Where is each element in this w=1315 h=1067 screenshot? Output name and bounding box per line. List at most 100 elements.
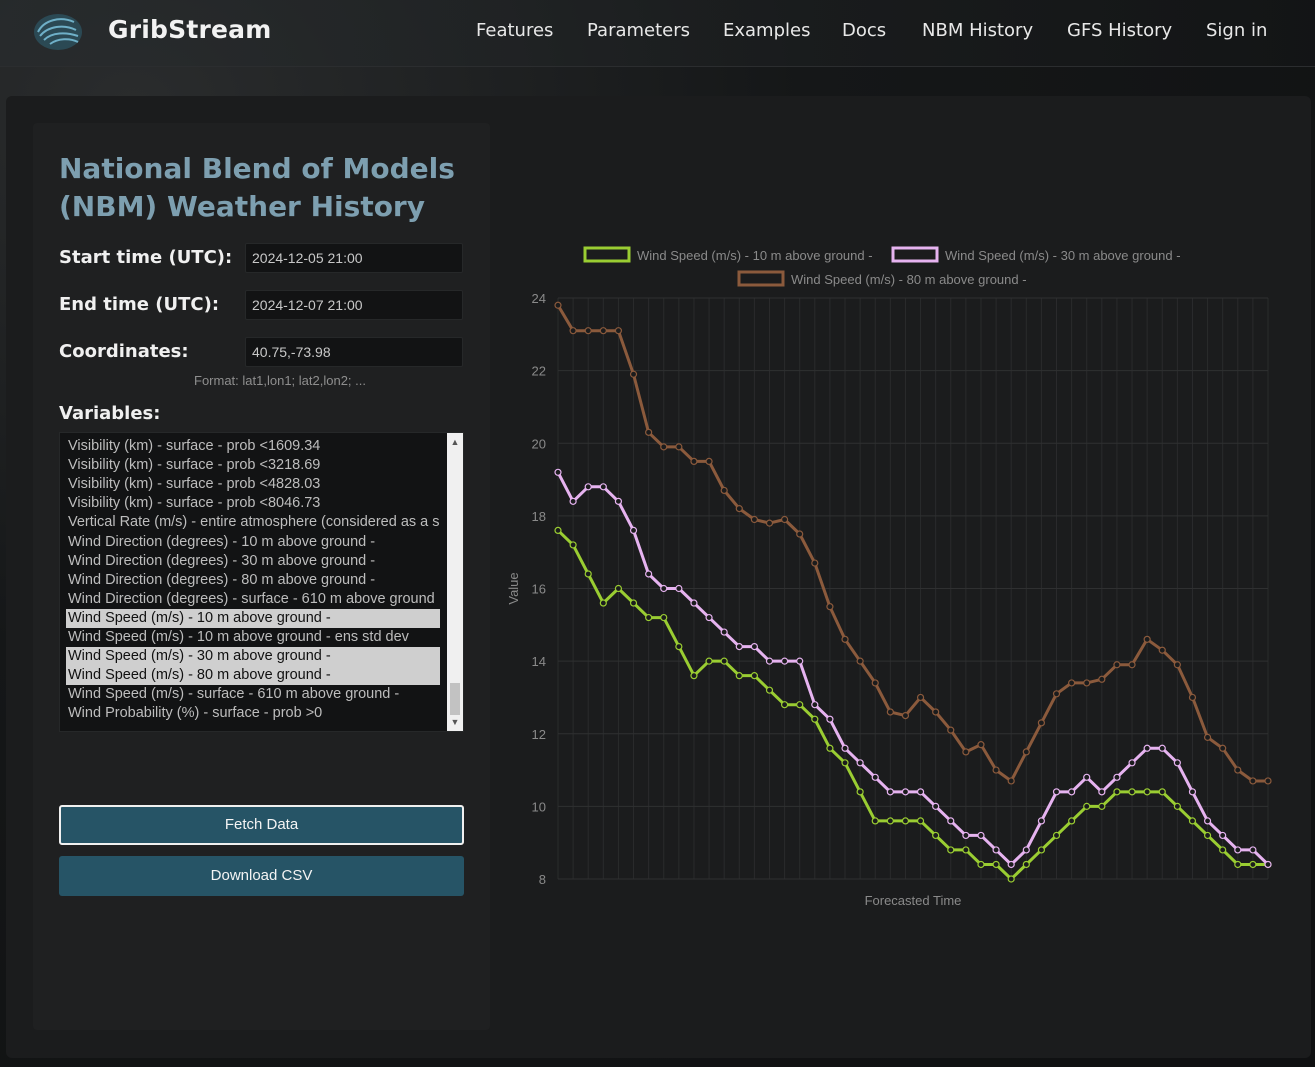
data-point xyxy=(1219,831,1227,840)
data-point xyxy=(916,693,925,702)
data-point xyxy=(1098,788,1106,796)
variable-option[interactable]: Vertical Rate (m/s) - entire atmosphere … xyxy=(66,513,440,532)
data-point xyxy=(780,701,789,709)
variable-option[interactable]: Wind Direction (degrees) - 30 m above gr… xyxy=(66,552,440,571)
variable-option[interactable]: Visibility (km) - surface - prob <4828.0… xyxy=(66,475,440,494)
data-point xyxy=(584,327,592,335)
scroll-thumb[interactable] xyxy=(450,683,460,715)
variable-option[interactable]: Visibility (km) - surface - prob <8046.7… xyxy=(66,494,440,513)
data-point xyxy=(826,715,834,723)
data-point xyxy=(932,831,940,840)
data-point xyxy=(1264,777,1272,785)
data-point xyxy=(1022,846,1030,854)
y-tick-label: 10 xyxy=(532,799,546,814)
download-csv-button[interactable]: Download CSV xyxy=(59,856,464,896)
data-point xyxy=(1007,860,1015,869)
data-point xyxy=(962,831,970,840)
y-tick-label: 8 xyxy=(539,872,546,887)
data-point xyxy=(629,526,638,534)
y-axis-label: Value xyxy=(506,572,521,604)
data-point xyxy=(962,748,970,756)
data-point xyxy=(992,860,1000,869)
data-point xyxy=(1249,846,1257,854)
data-point xyxy=(947,846,955,854)
wind-speed-line-chart: 8 10 12 14 16 18 20 22 24 Forecasted Time Value Win… xyxy=(506,246,1272,908)
variables-scrollbar[interactable]: ▲ ▼ xyxy=(447,433,463,731)
data-point xyxy=(1083,773,1091,781)
variable-option[interactable]: Wind Speed (m/s) - 10 m above ground - e… xyxy=(66,628,440,647)
data-point xyxy=(1128,759,1136,767)
variable-option[interactable]: Wind Speed (m/s) - 80 m above ground - xyxy=(66,666,440,686)
variable-option[interactable]: Wind Speed (m/s) - 10 m above ground - xyxy=(66,608,440,628)
data-point xyxy=(675,643,683,651)
variable-option[interactable]: Wind Direction (degrees) - 80 m above gr… xyxy=(66,571,440,590)
data-point xyxy=(705,613,713,622)
variables-multiselect[interactable]: Wind Probability (%) - surface - prob >0… xyxy=(59,432,464,732)
nav-examples[interactable]: Examples xyxy=(723,20,810,41)
nav-parameters[interactable]: Parameters xyxy=(587,20,690,41)
nav-features[interactable]: Features xyxy=(476,20,553,41)
end-time-label: End time (UTC): xyxy=(59,294,220,315)
data-point xyxy=(1007,875,1015,883)
data-point xyxy=(841,759,849,767)
data-point xyxy=(1007,777,1015,785)
data-point xyxy=(1234,860,1242,869)
data-point xyxy=(1052,690,1061,698)
variable-option[interactable]: Wind Direction (degrees) - surface - 610… xyxy=(66,590,440,609)
data-point xyxy=(796,701,804,709)
data-point xyxy=(1098,675,1106,683)
variable-option[interactable]: Wind Speed (m/s) - 30 m above ground - xyxy=(66,647,440,667)
data-point xyxy=(1113,773,1121,781)
data-point xyxy=(977,860,985,869)
nav-docs[interactable]: Docs xyxy=(842,20,886,41)
start-time-label: Start time (UTC): xyxy=(59,247,233,268)
data-point xyxy=(1249,860,1257,869)
y-tick-label: 16 xyxy=(532,582,546,597)
data-point xyxy=(645,570,653,578)
data-point xyxy=(599,327,607,335)
data-point xyxy=(841,635,849,643)
data-point xyxy=(1219,846,1227,854)
nav-nbm-history[interactable]: NBM History xyxy=(922,20,1033,41)
data-point xyxy=(841,744,849,752)
variable-option[interactable]: Wind Speed (m/s) - surface - 610 m above… xyxy=(66,685,440,704)
y-tick-label: 24 xyxy=(532,291,546,306)
data-point xyxy=(1128,788,1136,796)
nav-sign-in[interactable]: Sign in xyxy=(1206,20,1267,41)
data-point xyxy=(916,817,925,825)
start-time-input[interactable]: 2024-12-05 21:00 xyxy=(245,243,463,273)
variable-option[interactable]: Wind Probability (%) - surface - prob >0 xyxy=(66,704,440,723)
fetch-data-button[interactable]: Fetch Data xyxy=(59,805,464,845)
data-point xyxy=(629,370,638,378)
data-point xyxy=(811,701,819,709)
data-point xyxy=(1158,788,1166,796)
data-point xyxy=(901,788,910,796)
data-point xyxy=(690,672,698,680)
gribstream-logo-icon[interactable] xyxy=(30,6,86,58)
data-point xyxy=(735,672,743,680)
brand-name[interactable]: GribStream xyxy=(108,15,271,44)
nav-gfs-history[interactable]: GFS History xyxy=(1067,20,1172,41)
data-point xyxy=(811,559,819,567)
data-point xyxy=(1098,802,1106,810)
data-point xyxy=(569,497,577,505)
data-point xyxy=(916,788,925,796)
data-point xyxy=(1037,719,1046,727)
coordinates-input[interactable]: 40.75,-73.98 xyxy=(245,337,463,367)
end-time-input[interactable]: 2024-12-07 21:00 xyxy=(245,290,463,320)
data-point xyxy=(765,657,774,665)
data-point xyxy=(645,428,653,436)
data-point xyxy=(554,301,562,309)
scroll-up-arrow-icon[interactable]: ▲ xyxy=(447,435,463,449)
data-point xyxy=(1068,817,1076,825)
variable-option[interactable]: Visibility (km) - surface - prob <3218.6… xyxy=(66,456,440,475)
variable-option[interactable]: Visibility (km) - surface - prob <1609.3… xyxy=(66,437,440,456)
data-point xyxy=(1173,661,1181,669)
data-point xyxy=(992,766,1000,774)
data-point xyxy=(901,711,910,720)
data-point xyxy=(932,802,940,810)
data-point xyxy=(569,541,577,549)
data-point xyxy=(1203,733,1212,741)
variable-option[interactable]: Wind Direction (degrees) - 10 m above gr… xyxy=(66,533,440,552)
scroll-down-arrow-icon[interactable]: ▼ xyxy=(447,715,463,729)
